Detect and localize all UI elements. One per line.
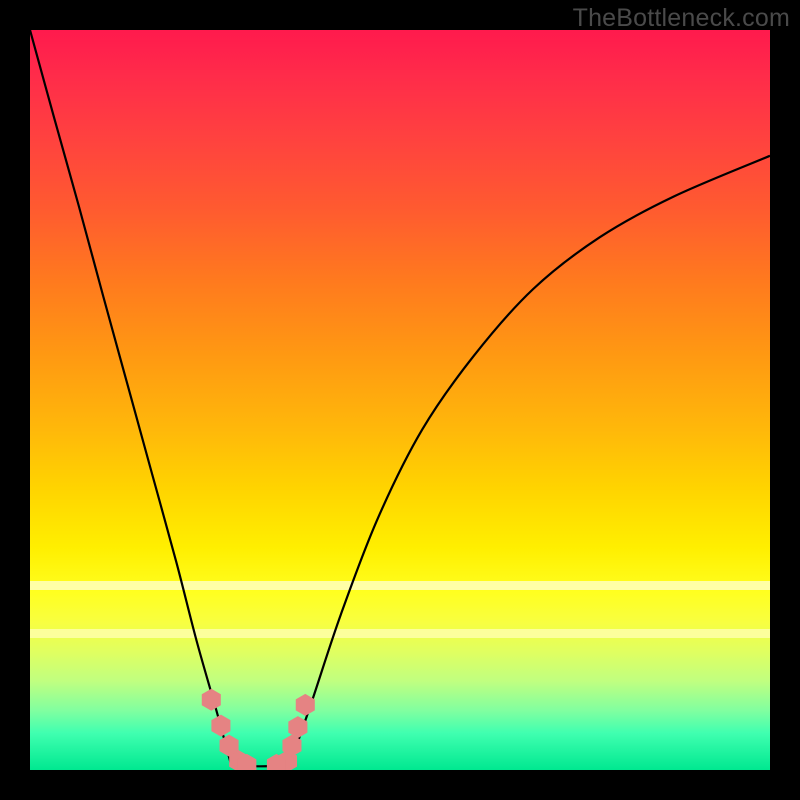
left-markers-marker-0 bbox=[202, 689, 221, 711]
marker-layer bbox=[202, 689, 315, 770]
right-branch-path bbox=[290, 156, 770, 763]
left-branch-path bbox=[30, 30, 231, 763]
curve-layer bbox=[30, 30, 770, 766]
left-markers-marker-1 bbox=[211, 715, 230, 737]
chart-svg bbox=[30, 30, 770, 770]
watermark-text: TheBottleneck.com bbox=[573, 4, 790, 33]
chart-frame: TheBottleneck.com bbox=[0, 0, 800, 800]
plot-area bbox=[30, 30, 770, 770]
right-markers-marker-3 bbox=[296, 694, 315, 716]
